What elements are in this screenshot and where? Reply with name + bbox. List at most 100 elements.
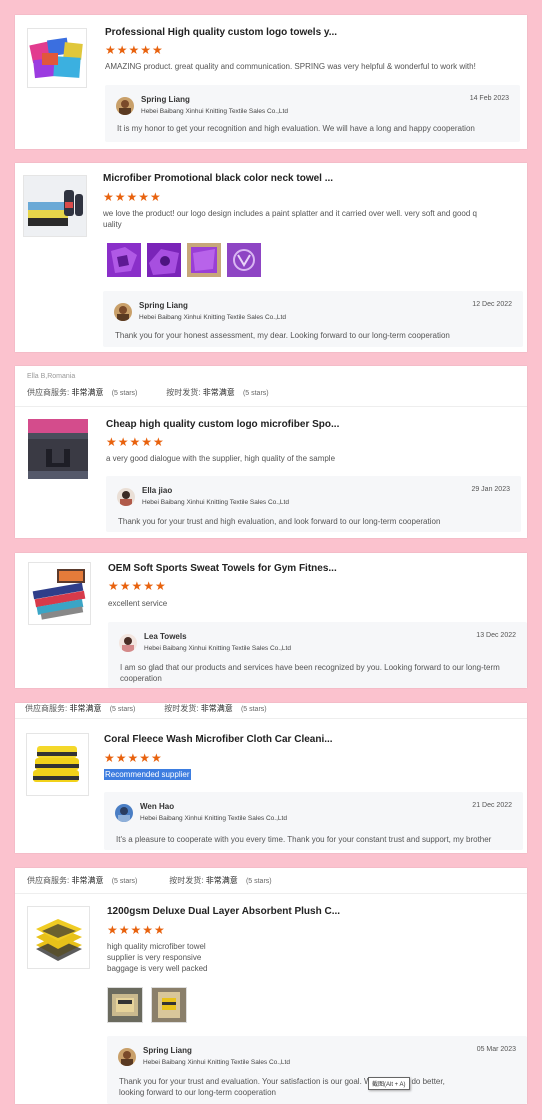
supplier-reply: Spring Liang Hebei Baibang Xinhui Knitti…: [105, 85, 520, 142]
reply-author: Spring Liang: [139, 301, 188, 310]
reply-text-line: I am so glad that our products and servi…: [120, 663, 500, 672]
reply-company: Hebei Baibang Xinhui Knitting Textile Sa…: [142, 499, 289, 506]
product-title[interactable]: 1200gsm Deluxe Dual Layer Absorbent Plus…: [107, 906, 340, 917]
avatar: [119, 634, 137, 652]
product-title[interactable]: Coral Fleece Wash Microfiber Cloth Car C…: [104, 734, 333, 745]
review-card-3: Ella B,Romania 供应商服务: 非常满意 (5 stars) 按时发…: [15, 366, 527, 538]
supplier-service-stars: (5 stars): [109, 706, 136, 713]
reply-date: 21 Dec 2022: [472, 802, 512, 809]
review-photo[interactable]: [151, 987, 187, 1023]
reply-date: 13 Dec 2022: [476, 632, 516, 639]
shipping-stars: (5 stars): [240, 706, 267, 713]
supplier-service-rating: 供应商服务: 非常满意 (5 stars): [25, 703, 162, 714]
on-time-shipping-rating: 按时发货: 非常满意 (5 stars): [169, 875, 271, 886]
supplier-service-value: 非常满意: [71, 876, 104, 885]
divider: [15, 406, 527, 407]
avatar: [118, 1048, 136, 1066]
reply-text: I am so glad that our products and servi…: [120, 662, 521, 684]
supplier-service-rating: 供应商服务: 非常满意 (5 stars): [27, 387, 164, 398]
reply-author: Ella jiao: [142, 486, 173, 495]
review-card-5: 供应商服务: 非常满意 (5 stars) 按时发货: 非常满意 (5 star…: [15, 703, 527, 853]
review-photos: [107, 987, 187, 1023]
reply-text-line: Thank you for your trust and evaluation.…: [119, 1077, 445, 1086]
rating-stars: ★★★★★: [106, 435, 165, 449]
reply-company: Hebei Baibang Xinhui Knitting Textile Sa…: [143, 1059, 290, 1066]
review-photo[interactable]: [187, 243, 221, 277]
reviewer-name: Ella B,Romania: [27, 373, 76, 380]
reply-text: Thank you for your honest assessment, my…: [115, 331, 450, 340]
on-time-shipping-rating: 按时发货: 非常满意 (5 stars): [164, 703, 266, 714]
reply-date: 29 Jan 2023: [471, 486, 510, 493]
product-title[interactable]: Professional High quality custom logo to…: [105, 27, 337, 38]
rating-stars: ★★★★★: [108, 579, 167, 593]
supplier-service-label: 供应商服务:: [27, 388, 70, 397]
review-card-2: Microfiber Promotional black color neck …: [15, 163, 527, 352]
supplier-reply: Spring Liang Hebei Baibang Xinhui Knitti…: [103, 291, 523, 347]
review-photo[interactable]: [107, 987, 143, 1023]
reply-date: 05 Mar 2023: [476, 1046, 516, 1053]
product-thumbnail[interactable]: [28, 419, 88, 479]
review-text: we love the product! our logo design inc…: [103, 208, 519, 230]
supplier-reply: Spring Liang Hebei Baibang Xinhui Knitti…: [107, 1036, 527, 1104]
rating-summary: 供应商服务: 非常满意 (5 stars) 按时发货: 非常满意 (5 star…: [27, 875, 272, 886]
reply-author: Lea Towels: [144, 632, 187, 641]
review-text-line: high quality microfiber towel: [107, 942, 206, 951]
shipping-stars: (5 stars): [245, 878, 272, 885]
shipping-label: 按时发货:: [169, 876, 204, 885]
divider: [15, 718, 527, 719]
avatar: [114, 303, 132, 321]
avatar: [115, 804, 133, 822]
review-photo[interactable]: [147, 243, 181, 277]
review-text-line: we love the product! our logo design inc…: [103, 209, 477, 218]
reply-date: 12 Dec 2022: [472, 301, 512, 308]
reply-company: Hebei Baibang Xinhui Knitting Textile Sa…: [144, 645, 291, 652]
product-thumbnail[interactable]: [26, 733, 89, 796]
rating-stars: ★★★★★: [103, 190, 162, 204]
review-photo[interactable]: [227, 243, 261, 277]
supplier-service-value: 非常满意: [71, 388, 104, 397]
reply-company: Hebei Baibang Xinhui Knitting Textile Sa…: [141, 108, 288, 115]
rating-stars: ★★★★★: [107, 923, 166, 937]
product-title[interactable]: Cheap high quality custom logo microfibe…: [106, 419, 339, 430]
review-text: excellent service: [108, 599, 168, 608]
review-card-1: Professional High quality custom logo to…: [15, 15, 527, 149]
review-text: a very good dialogue with the supplier, …: [106, 454, 336, 463]
rating-stars: ★★★★★: [104, 751, 163, 765]
review-photos: [107, 243, 261, 277]
product-thumbnail[interactable]: [27, 28, 87, 88]
product-title[interactable]: OEM Soft Sports Sweat Towels for Gym Fit…: [108, 563, 337, 574]
product-thumbnail[interactable]: [27, 906, 90, 969]
review-text-line: baggage is very well packed: [107, 964, 208, 973]
review-text-line: supplier is very responsive: [107, 953, 202, 962]
rating-stars: ★★★★★: [105, 43, 164, 57]
supplier-service-label: 供应商服务:: [27, 876, 70, 885]
shipping-value: 非常满意: [205, 876, 238, 885]
supplier-service-label: 供应商服务:: [25, 704, 68, 713]
reply-author: Wen Hao: [140, 802, 175, 811]
avatar: [116, 97, 134, 115]
shipping-stars: (5 stars): [242, 390, 269, 397]
review-photo[interactable]: [107, 243, 141, 277]
product-title[interactable]: Microfiber Promotional black color neck …: [103, 173, 333, 184]
reply-text: It is my honor to get your recognition a…: [117, 124, 475, 133]
reply-date: 14 Feb 2023: [469, 95, 509, 102]
rating-summary: 供应商服务: 非常满意 (5 stars) 按时发货: 非常满意 (5 star…: [25, 703, 267, 714]
reply-text: Thank you for your trust and high evalua…: [118, 517, 441, 526]
on-time-shipping-rating: 按时发货: 非常满意 (5 stars): [166, 387, 268, 398]
supplier-reply: Ella jiao Hebei Baibang Xinhui Knitting …: [106, 476, 521, 532]
screenshot-tooltip: 截图(Alt + A): [368, 1077, 410, 1090]
review-text: Recommended supplier: [104, 769, 191, 780]
product-thumbnail[interactable]: [23, 175, 87, 237]
product-thumbnail[interactable]: [28, 562, 91, 625]
reply-text: Thank you for your trust and evaluation.…: [119, 1076, 521, 1098]
review-card-6: 供应商服务: 非常满意 (5 stars) 按时发货: 非常满意 (5 star…: [15, 868, 527, 1104]
divider: [15, 893, 527, 894]
supplier-service-stars: (5 stars): [111, 878, 138, 885]
supplier-service-rating: 供应商服务: 非常满意 (5 stars): [27, 875, 167, 886]
supplier-reply: Lea Towels Hebei Baibang Xinhui Knitting…: [108, 622, 527, 688]
review-text-line: uality: [103, 220, 122, 229]
review-text: AMAZING product. great quality and commu…: [105, 62, 476, 71]
shipping-label: 按时发货:: [164, 704, 199, 713]
review-text: high quality microfiber towel supplier i…: [107, 941, 208, 974]
reply-text-line: cooperation: [120, 674, 162, 683]
